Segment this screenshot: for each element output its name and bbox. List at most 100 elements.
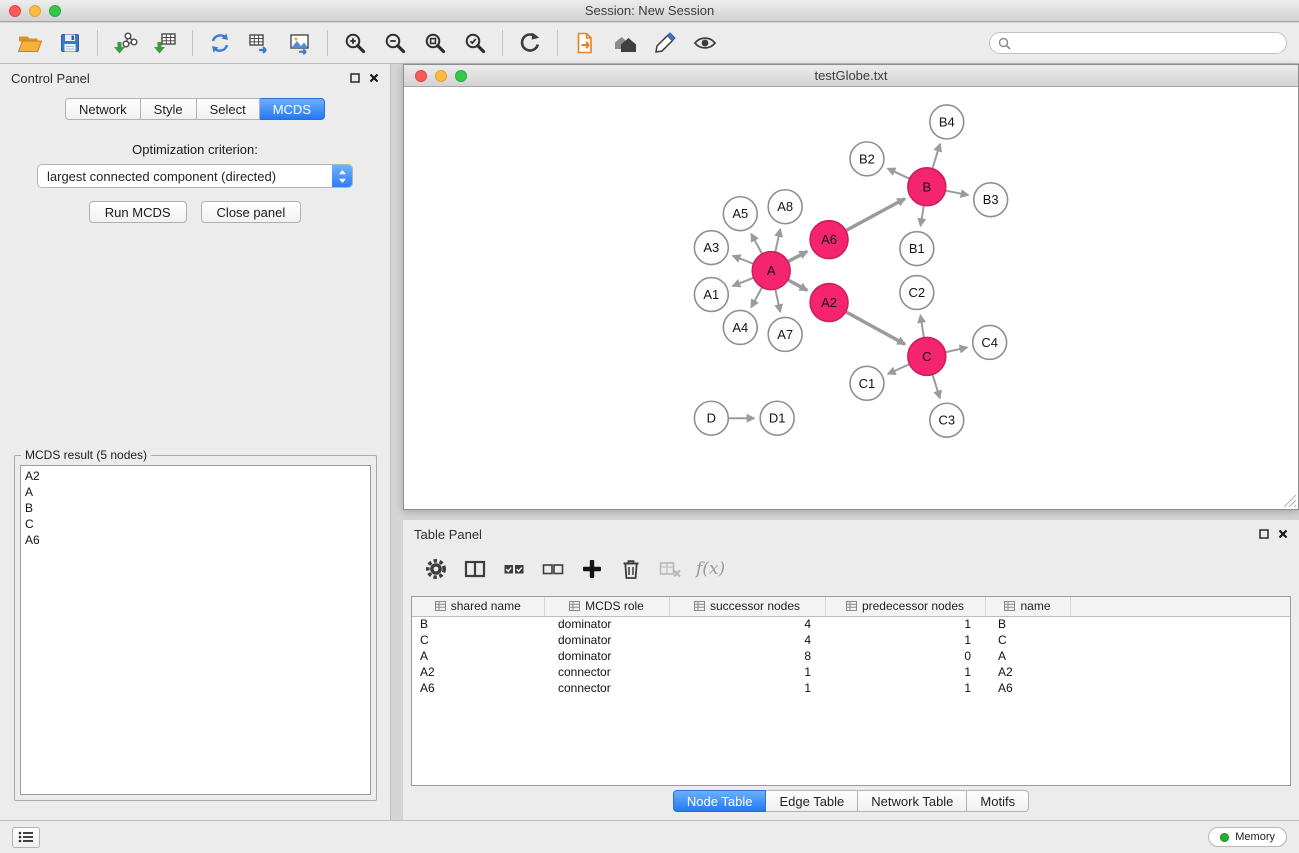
table-cell[interactable]: A (985, 648, 1070, 664)
edge-B-B4[interactable] (932, 144, 940, 169)
edge-A2-C[interactable] (846, 312, 905, 345)
task-history-button[interactable] (12, 827, 40, 848)
unselect-all-button[interactable] (540, 556, 566, 582)
column-header-name[interactable]: name (985, 597, 1070, 616)
table-cell[interactable]: connector (544, 664, 669, 680)
table-settings-button[interactable] (423, 556, 449, 582)
tab-mcds[interactable]: MCDS (260, 98, 325, 120)
column-header-shared-name[interactable]: shared name (412, 597, 544, 616)
node-D1[interactable]: D1 (760, 401, 794, 435)
close-table-panel-icon[interactable] (1278, 529, 1288, 539)
import-network-button[interactable] (105, 26, 145, 60)
table-cell[interactable]: B (412, 616, 544, 632)
open-file-button[interactable] (10, 26, 50, 60)
resize-grip-icon[interactable] (1283, 494, 1297, 508)
tab-select[interactable]: Select (197, 98, 260, 120)
show-hide-button[interactable] (685, 26, 725, 60)
close-panel-button[interactable]: Close panel (201, 201, 302, 223)
zoom-window-button[interactable] (49, 5, 61, 17)
node-B3[interactable]: B3 (974, 183, 1008, 217)
add-row-button[interactable] (579, 556, 605, 582)
mcds-result-list[interactable]: A2ABCA6 (20, 465, 371, 795)
column-header-successor-nodes[interactable]: successor nodes (669, 597, 825, 616)
edge-B-B3[interactable] (945, 191, 968, 196)
zoom-out-button[interactable] (375, 26, 415, 60)
node-A2[interactable]: A2 (810, 284, 848, 322)
table-cell[interactable]: 1 (669, 680, 825, 696)
tab-style[interactable]: Style (141, 98, 197, 120)
table-cell[interactable]: 4 (669, 616, 825, 632)
table-cell[interactable]: 1 (825, 632, 985, 648)
zoom-in-button[interactable] (335, 26, 375, 60)
import-table-button[interactable] (145, 26, 185, 60)
table-cell[interactable]: 1 (825, 664, 985, 680)
zoom-selected-button[interactable] (455, 26, 495, 60)
edge-A6-B[interactable] (846, 199, 905, 231)
node-C1[interactable]: C1 (850, 366, 884, 400)
node-A3[interactable]: A3 (694, 231, 728, 265)
memory-button[interactable]: Memory (1208, 827, 1287, 847)
window-titlebar[interactable]: Session: New Session (0, 0, 1299, 22)
table-cell[interactable]: C (985, 632, 1070, 648)
network-zoom-button[interactable] (455, 70, 467, 82)
edge-A-A3[interactable] (733, 256, 754, 264)
mcds-result-item[interactable]: A (25, 484, 366, 500)
edge-C-C4[interactable] (945, 347, 967, 352)
table-cell[interactable]: A2 (412, 664, 544, 680)
column-header-predecessor-nodes[interactable]: predecessor nodes (825, 597, 985, 616)
table-cell[interactable]: B (985, 616, 1070, 632)
node-B1[interactable]: B1 (900, 232, 934, 266)
home-button[interactable] (605, 26, 645, 60)
select-all-button[interactable] (501, 556, 527, 582)
table-cell[interactable]: 0 (825, 648, 985, 664)
table-row-B[interactable]: Bdominator41B (412, 616, 1290, 632)
edge-C-C1[interactable] (888, 364, 910, 374)
node-A5[interactable]: A5 (723, 197, 757, 231)
float-panel-icon[interactable] (350, 73, 360, 83)
table-tab-edge-table[interactable]: Edge Table (766, 790, 858, 812)
node-A1[interactable]: A1 (694, 278, 728, 312)
edge-A-A6[interactable] (788, 251, 807, 261)
node-C3[interactable]: C3 (930, 403, 964, 437)
edge-C-C3[interactable] (933, 374, 940, 398)
node-A7[interactable]: A7 (768, 317, 802, 351)
table-row-C[interactable]: Cdominator41C (412, 632, 1290, 648)
edge-A-A8[interactable] (775, 229, 780, 252)
table-row-A[interactable]: Adominator80A (412, 648, 1290, 664)
edge-A-A7[interactable] (775, 289, 780, 312)
refresh-view-button[interactable] (510, 26, 550, 60)
edge-A-A1[interactable] (733, 278, 754, 286)
network-close-button[interactable] (415, 70, 427, 82)
tab-network[interactable]: Network (65, 98, 141, 120)
export-image-button[interactable] (280, 26, 320, 60)
edge-A-A4[interactable] (751, 287, 762, 307)
table-cell[interactable]: A2 (985, 664, 1070, 680)
save-session-button[interactable] (50, 26, 90, 60)
table-cell[interactable]: 1 (825, 616, 985, 632)
node-A6[interactable]: A6 (810, 221, 848, 259)
table-tab-motifs[interactable]: Motifs (967, 790, 1029, 812)
delete-row-button[interactable] (618, 556, 644, 582)
edge-B-B1[interactable] (921, 206, 924, 226)
show-columns-button[interactable] (462, 556, 488, 582)
minimize-window-button[interactable] (29, 5, 41, 17)
node-C[interactable]: C (908, 337, 946, 375)
table-cell[interactable]: connector (544, 680, 669, 696)
network-graph[interactable]: B4B2BB3A8A5A6A3B1AC2A1A2A4A7C4CC1C3DD1 (404, 88, 1298, 509)
table-cell[interactable]: A6 (412, 680, 544, 696)
mcds-result-item[interactable]: B (25, 500, 366, 516)
table-cell[interactable]: dominator (544, 616, 669, 632)
edit-style-button[interactable] (645, 26, 685, 60)
node-B4[interactable]: B4 (930, 105, 964, 139)
table-cell[interactable]: dominator (544, 648, 669, 664)
export-table-button[interactable] (240, 26, 280, 60)
column-header-mcds-role[interactable]: MCDS role (544, 597, 669, 616)
zoom-fit-button[interactable] (415, 26, 455, 60)
node-C2[interactable]: C2 (900, 276, 934, 310)
table-row-A6[interactable]: A6connector11A6 (412, 680, 1290, 696)
close-window-button[interactable] (9, 5, 21, 17)
search-input[interactable] (989, 32, 1287, 54)
node-B[interactable]: B (908, 168, 946, 206)
network-window-titlebar[interactable]: testGlobe.txt (404, 65, 1298, 87)
table-cell[interactable]: C (412, 632, 544, 648)
